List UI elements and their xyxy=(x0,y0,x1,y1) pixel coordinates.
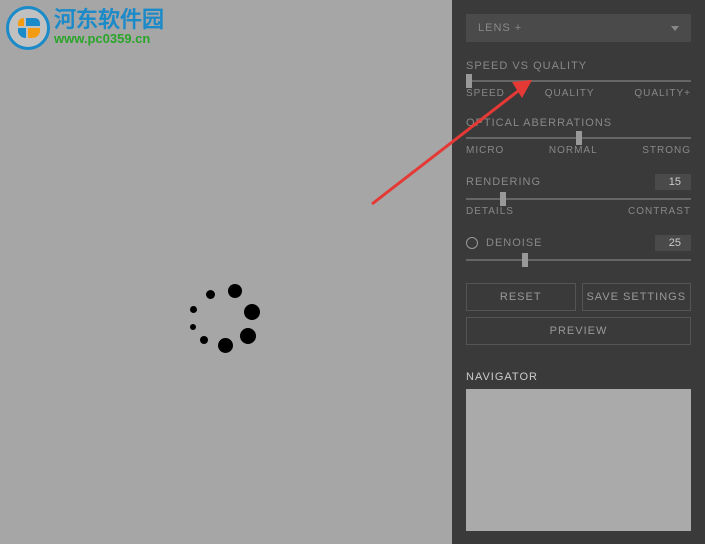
chevron-down-icon xyxy=(671,26,679,31)
denoise-section: DENOISE 25 xyxy=(466,235,691,261)
rendering-value[interactable]: 15 xyxy=(655,174,691,190)
sq-label-left: SPEED xyxy=(466,88,505,99)
lens-dropdown-label: LENS + xyxy=(478,22,522,34)
denoise-radio[interactable] xyxy=(466,237,478,249)
rendering-section: RENDERING 15 DETAILS CONTRAST xyxy=(466,174,691,217)
opt-label-right: STRONG xyxy=(642,145,691,156)
speed-quality-section: SPEED VS QUALITY SPEED QUALITY QUALITY+ xyxy=(466,60,691,99)
sq-label-mid: QUALITY xyxy=(545,88,595,99)
denoise-slider[interactable] xyxy=(466,259,691,261)
lens-dropdown[interactable]: LENS + xyxy=(466,14,691,42)
opt-label-mid: NORMAL xyxy=(549,145,598,156)
preview-button[interactable]: PREVIEW xyxy=(466,317,691,345)
optical-section: OPTICAL ABERRATIONS MICRO NORMAL STRONG xyxy=(466,117,691,156)
loading-spinner xyxy=(184,280,264,360)
sq-label-right: QUALITY+ xyxy=(634,88,691,99)
render-label-left: DETAILS xyxy=(466,206,514,217)
opt-label-left: MICRO xyxy=(466,145,504,156)
watermark-cn-text: 河东软件园 xyxy=(54,9,164,31)
optical-slider[interactable] xyxy=(466,137,691,139)
button-row-1: RESET SAVE SETTINGS xyxy=(466,283,691,311)
save-settings-button[interactable]: SAVE SETTINGS xyxy=(582,283,692,311)
watermark-url: www.pc0359.cn xyxy=(54,31,164,47)
speed-quality-title: SPEED VS QUALITY xyxy=(466,60,691,72)
navigator-section: NAVIGATOR xyxy=(466,371,691,531)
denoise-title: DENOISE xyxy=(486,237,543,249)
watermark-logo: 河东软件园 www.pc0359.cn xyxy=(6,6,164,50)
optical-title: OPTICAL ABERRATIONS xyxy=(466,117,691,129)
rendering-title: RENDERING xyxy=(466,176,541,188)
button-row-2: PREVIEW xyxy=(466,317,691,345)
rendering-slider[interactable] xyxy=(466,198,691,200)
settings-panel: LENS + SPEED VS QUALITY SPEED QUALITY QU… xyxy=(452,0,705,544)
navigator-thumbnail[interactable] xyxy=(466,389,691,531)
reset-button[interactable]: RESET xyxy=(466,283,576,311)
watermark-icon xyxy=(6,6,50,50)
navigator-title: NAVIGATOR xyxy=(466,371,691,383)
preview-canvas xyxy=(0,0,452,544)
denoise-value[interactable]: 25 xyxy=(655,235,691,251)
render-label-right: CONTRAST xyxy=(628,206,691,217)
speed-quality-slider[interactable] xyxy=(466,80,691,82)
